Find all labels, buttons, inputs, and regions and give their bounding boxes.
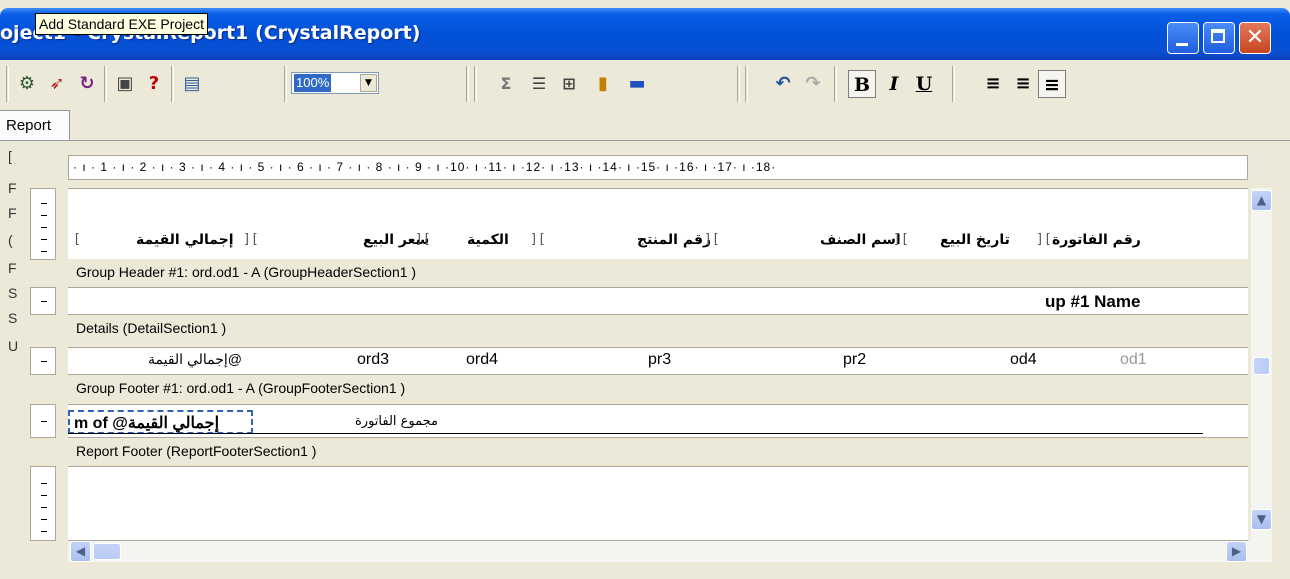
italic-button[interactable]: I <box>880 70 908 98</box>
toolbar-separator <box>834 66 837 102</box>
redo-icon[interactable]: ↷ <box>800 71 826 97</box>
detail-field-total-value[interactable]: @إجمالي القيمة <box>148 351 242 368</box>
group-name-field[interactable]: up #1 Name <box>1045 292 1140 312</box>
header-total-value[interactable]: إجمالي القيمة <box>136 232 234 248</box>
details-band[interactable]: Details (DetailSection1 ) <box>68 315 1248 342</box>
toolbar-separator <box>466 66 469 102</box>
left-strip-char: F <box>8 205 17 221</box>
toolbar-separator <box>737 66 740 102</box>
window-bottom-edge <box>0 565 1290 579</box>
select-expert-icon[interactable]: ▤ <box>179 71 205 97</box>
align-right-icon[interactable]: ≡ <box>1038 70 1066 98</box>
detail-field-od4[interactable]: od4 <box>1010 351 1037 369</box>
horizontal-scroll-thumb[interactable] <box>93 543 121 560</box>
align-left-icon[interactable]: ≡ <box>980 71 1006 97</box>
detail-field-pr2[interactable]: pr2 <box>843 351 866 369</box>
report-footer-band[interactable]: Report Footer (ReportFooterSection1 ) <box>68 438 1248 465</box>
section-ruler <box>30 287 56 315</box>
horizontal-ruler: · ı · 1 · ı · 2 · ı · 3 · ı · 4 · ı · 5 … <box>68 155 1248 180</box>
header-sale-date[interactable]: تاريخ البيع <box>940 232 1010 248</box>
section-ruler <box>30 466 56 541</box>
toolbar-separator <box>474 66 477 102</box>
field-bracket: ][ <box>530 232 546 247</box>
field-bracket: ][ <box>704 232 720 247</box>
left-strip-char: F <box>8 180 17 196</box>
help-icon[interactable]: ? <box>141 71 167 97</box>
sum-total-field[interactable]: m of @إجمالي القيمة <box>74 413 219 433</box>
formula-icon[interactable]: ▣ <box>112 71 138 97</box>
section-ruler <box>30 404 56 438</box>
field-bracket: ][ <box>1036 232 1052 247</box>
field-bracket: ][ <box>415 232 431 247</box>
footer-underline <box>68 433 1203 434</box>
toolbar-separator <box>952 66 955 102</box>
zoom-select[interactable]: 100% ▼ <box>291 72 379 94</box>
group-header-band[interactable]: Group Header #1: ord.od1 - A (GroupHeade… <box>68 259 1248 286</box>
close-button[interactable]: ✕ <box>1239 22 1271 54</box>
detail-field-od1[interactable]: od1 <box>1120 351 1147 369</box>
scroll-left-button[interactable]: ◀ <box>70 541 91 562</box>
cross-tab-icon[interactable]: ⊞ <box>556 71 582 97</box>
section-ruler <box>30 347 56 375</box>
horizontal-scrollbar[interactable] <box>68 541 1272 562</box>
group-footer-band[interactable]: Group Footer #1: ord.od1 - A (GroupFoote… <box>68 375 1248 402</box>
sum-icon[interactable]: Σ <box>493 71 519 97</box>
tab-divider <box>0 140 1290 141</box>
minimize-icon <box>1176 43 1188 46</box>
report-footer-section[interactable] <box>68 466 1248 541</box>
minimize-button[interactable] <box>1167 22 1199 54</box>
chart-icon[interactable]: ▮ <box>590 71 616 97</box>
undo-icon[interactable]: ↶ <box>770 71 796 97</box>
section-ruler <box>30 188 56 260</box>
field-bracket: [ <box>73 232 81 247</box>
insert-group-icon[interactable]: ☰ <box>526 71 552 97</box>
left-strip-char: S <box>8 285 18 301</box>
zoom-value: 100% <box>294 74 332 92</box>
report-expert-icon[interactable]: ➶ <box>44 71 70 97</box>
detail-field-pr3[interactable]: pr3 <box>648 351 671 369</box>
toolbar-separator <box>745 66 748 102</box>
header-product-number[interactable]: رقم المنتج <box>637 232 711 248</box>
left-strip-char: S <box>8 310 18 326</box>
detail-field-ord4[interactable]: ord4 <box>466 351 498 369</box>
field-bracket: ][ <box>243 232 259 247</box>
maximize-button[interactable] <box>1203 22 1235 54</box>
chevron-down-icon[interactable]: ▼ <box>360 74 377 92</box>
scroll-right-button[interactable]: ▶ <box>1226 541 1247 562</box>
field-bracket: ][ <box>893 232 909 247</box>
toolbar-separator <box>6 66 9 102</box>
toolbar-separator <box>284 66 287 102</box>
close-icon: ✕ <box>1245 25 1265 50</box>
vertical-scroll-thumb[interactable] <box>1253 357 1270 375</box>
tab-report[interactable]: Report <box>0 110 70 140</box>
toolbar-separator <box>104 66 107 102</box>
page-header-section[interactable] <box>68 188 1248 260</box>
left-strip-char: F <box>8 260 17 276</box>
detail-field-ord3[interactable]: ord3 <box>357 351 389 369</box>
field-explorer-icon[interactable]: ⚙ <box>14 71 40 97</box>
bold-button[interactable]: B <box>848 70 876 98</box>
scroll-down-button[interactable]: ▼ <box>1251 509 1272 530</box>
picture-icon[interactable]: ▬ <box>624 71 650 97</box>
maximize-icon <box>1211 29 1225 43</box>
align-center-icon[interactable]: ≡ <box>1010 71 1036 97</box>
header-item-name[interactable]: اسم الصنف <box>820 232 901 248</box>
toolbar-separator <box>171 66 174 102</box>
refresh-icon[interactable]: ↻ <box>74 71 100 97</box>
header-invoice-number[interactable]: رقم الفاتورة <box>1052 232 1141 248</box>
tooltip: Add Standard EXE Project <box>35 13 208 35</box>
header-quantity[interactable]: الكمية <box>467 232 509 248</box>
left-strip-char: [ <box>8 148 12 164</box>
scroll-up-button[interactable]: ▲ <box>1251 190 1272 211</box>
underline-button[interactable]: U <box>910 70 938 98</box>
left-strip-char: U <box>8 338 19 354</box>
left-strip-char: ( <box>8 232 13 248</box>
invoice-total-label[interactable]: مجموع الفاتورة <box>355 414 438 429</box>
